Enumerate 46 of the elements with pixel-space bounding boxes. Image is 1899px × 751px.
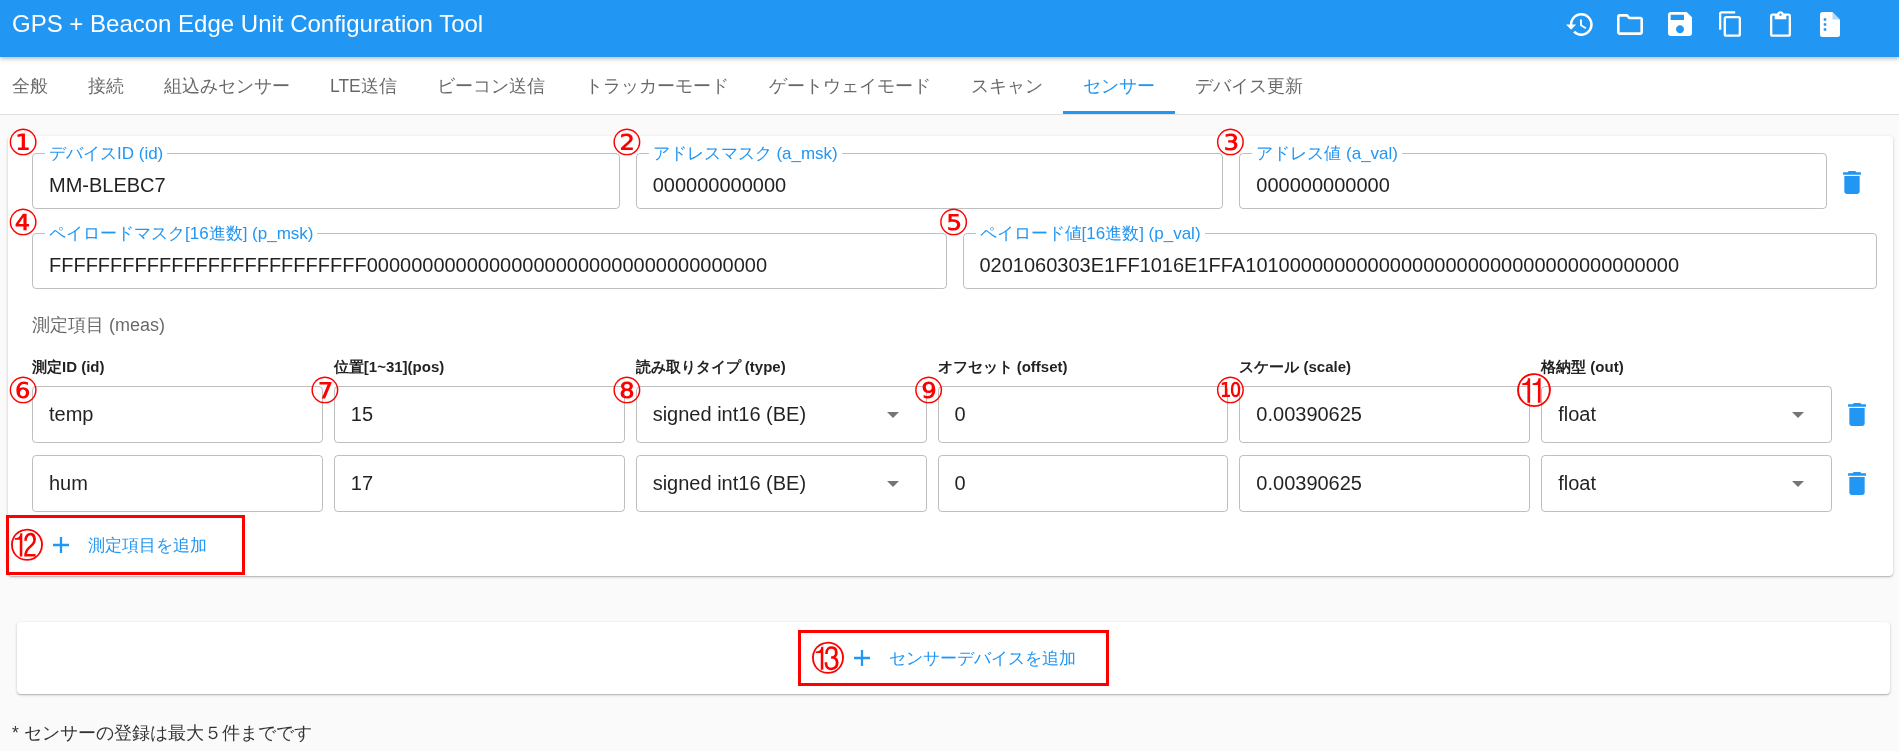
column-header: 読み取りタイプ (type) — [635, 357, 787, 375]
caret-icon — [1792, 411, 1804, 418]
caret-icon — [1792, 480, 1804, 487]
field-label: ペイロード値[16進数] (p_val) — [978, 225, 1202, 242]
field-label: アドレスマスク (a_msk) — [651, 145, 839, 162]
input-field[interactable]: hum — [32, 455, 323, 512]
field-label: デバイスID (id) — [48, 145, 165, 162]
column-header: 位置[1~31](pos) — [333, 357, 446, 375]
field-label: ペイロードマスク[16進数] (p_msk) — [48, 225, 315, 242]
column-header: オフセット (offset) — [937, 357, 1069, 375]
tab[interactable]: 接続 — [68, 57, 144, 114]
caret-icon — [886, 411, 899, 418]
copy-icon[interactable] — [1719, 11, 1741, 37]
delete-icon[interactable] — [1848, 472, 1866, 495]
tab[interactable]: LTE送信 — [310, 57, 417, 114]
input-field[interactable]: 0.00390625 — [1239, 455, 1531, 512]
dropdown-field[interactable]: signed int16 (BE) — [635, 455, 927, 512]
callout-number: ⑫ — [10, 528, 44, 562]
history-icon[interactable] — [1566, 12, 1594, 36]
tab[interactable]: トラッカーモード — [564, 57, 749, 114]
input-field[interactable]: 17 — [333, 455, 625, 512]
caret-icon — [886, 480, 899, 487]
column-header: 格納型 (out) — [1541, 357, 1625, 375]
plus-icon — [53, 537, 69, 553]
input-field[interactable]: 0 — [937, 455, 1229, 512]
folder-icon[interactable] — [1617, 13, 1643, 35]
clipboard-icon[interactable] — [1769, 11, 1791, 37]
callout-number: ⑬ — [811, 641, 845, 675]
tab[interactable]: ビーコン送信 — [416, 57, 565, 114]
tab[interactable]: 全般 — [0, 57, 68, 114]
tab[interactable]: デバイス更新 — [1174, 57, 1323, 114]
delete-icon[interactable] — [1848, 403, 1866, 426]
dropdown-field[interactable]: float — [1541, 455, 1832, 512]
tab[interactable]: 組込みセンサー — [144, 57, 310, 114]
save-icon[interactable] — [1668, 12, 1692, 36]
section-label: 測定項目 (meas) — [32, 315, 166, 335]
tab[interactable]: スキャン — [950, 57, 1063, 114]
footnote: * センサーの登録は最大５件までです — [12, 722, 313, 744]
tab[interactable]: ゲートウェイモード — [748, 57, 951, 114]
column-header: 測定ID (id) — [32, 357, 106, 376]
column-header: スケール (scale) — [1239, 357, 1353, 376]
document-icon[interactable] — [1820, 11, 1840, 37]
plus-icon — [854, 650, 870, 666]
field-label: アドレス値 (a_val) — [1255, 145, 1399, 162]
delete-icon[interactable] — [1843, 171, 1861, 194]
app-title: GPS + Beacon Edge Unit Configuration Tool — [12, 9, 485, 39]
